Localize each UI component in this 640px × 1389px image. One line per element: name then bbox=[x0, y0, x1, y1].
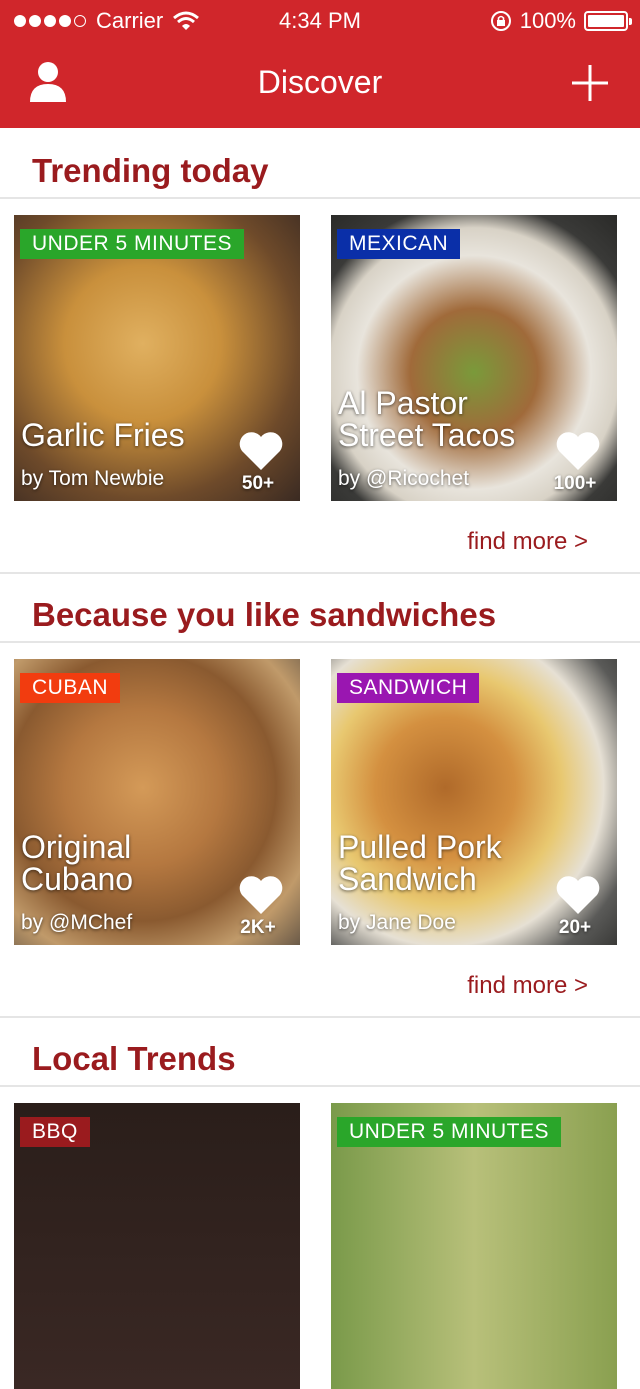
divider bbox=[0, 1085, 640, 1087]
like-count: 100+ bbox=[553, 473, 597, 494]
heart-icon[interactable] bbox=[555, 875, 601, 915]
heart-icon[interactable] bbox=[238, 875, 284, 915]
recipe-card-original-cubano[interactable]: CUBAN Original Cubano by @MChef 2K+ bbox=[14, 659, 300, 945]
add-icon[interactable] bbox=[570, 63, 610, 103]
battery-icon bbox=[584, 11, 632, 31]
recipe-card-garlic-fries[interactable]: UNDER 5 MINUTES Garlic Fries by Tom Newb… bbox=[14, 215, 300, 501]
find-more-link[interactable]: find more > bbox=[467, 528, 588, 556]
recipe-author: by @MChef bbox=[21, 911, 133, 934]
like-count: 20+ bbox=[558, 917, 592, 938]
divider bbox=[0, 1016, 640, 1018]
heart-icon[interactable] bbox=[555, 431, 601, 471]
divider bbox=[0, 197, 640, 199]
recipe-title: Al Pastor Street Tacos bbox=[338, 385, 516, 453]
recipe-card-bbq[interactable]: BBQ bbox=[14, 1103, 300, 1389]
recipe-author: by Tom Newbie bbox=[21, 467, 165, 490]
recipe-title: Garlic Fries bbox=[21, 417, 185, 453]
recipe-title: Original Cubano bbox=[21, 829, 134, 897]
rotation-lock-icon bbox=[490, 11, 511, 31]
recipe-author: by Jane Doe bbox=[338, 911, 456, 934]
recipe-author: by @Ricochet bbox=[338, 467, 470, 490]
section-title-local-trends: Local Trends bbox=[32, 1040, 236, 1077]
category-tag: MEXICAN bbox=[337, 229, 461, 259]
like-count: 2K+ bbox=[240, 917, 276, 938]
category-tag: UNDER 5 MINUTES bbox=[20, 229, 245, 259]
recipe-card-quick[interactable]: UNDER 5 MINUTES bbox=[331, 1103, 617, 1389]
find-more-link[interactable]: find more > bbox=[467, 972, 588, 1000]
section-title-sandwiches: Because you like sandwiches bbox=[32, 596, 497, 633]
category-tag: UNDER 5 MINUTES bbox=[337, 1117, 562, 1147]
category-tag: BBQ bbox=[20, 1117, 90, 1147]
section-title-trending: Trending today bbox=[32, 152, 269, 189]
heart-icon[interactable] bbox=[238, 431, 284, 471]
battery-percent: 100% bbox=[519, 8, 576, 33]
category-tag: SANDWICH bbox=[337, 673, 480, 703]
recipe-title: Pulled Pork Sandwich bbox=[338, 829, 502, 897]
category-tag: CUBAN bbox=[20, 673, 121, 703]
recipe-card-pulled-pork[interactable]: SANDWICH Pulled Pork Sandwich by Jane Do… bbox=[331, 659, 617, 945]
status-bar: Carrier 4:34 PM 100% bbox=[0, 0, 640, 40]
like-count: 50+ bbox=[241, 473, 275, 494]
page-title: Discover bbox=[257, 64, 383, 100]
recipe-card-al-pastor-tacos[interactable]: MEXICAN Al Pastor Street Tacos by @Ricoc… bbox=[331, 215, 617, 501]
divider bbox=[0, 572, 640, 574]
nav-header: Carrier 4:34 PM 100% Discover bbox=[0, 0, 640, 128]
divider bbox=[0, 641, 640, 643]
